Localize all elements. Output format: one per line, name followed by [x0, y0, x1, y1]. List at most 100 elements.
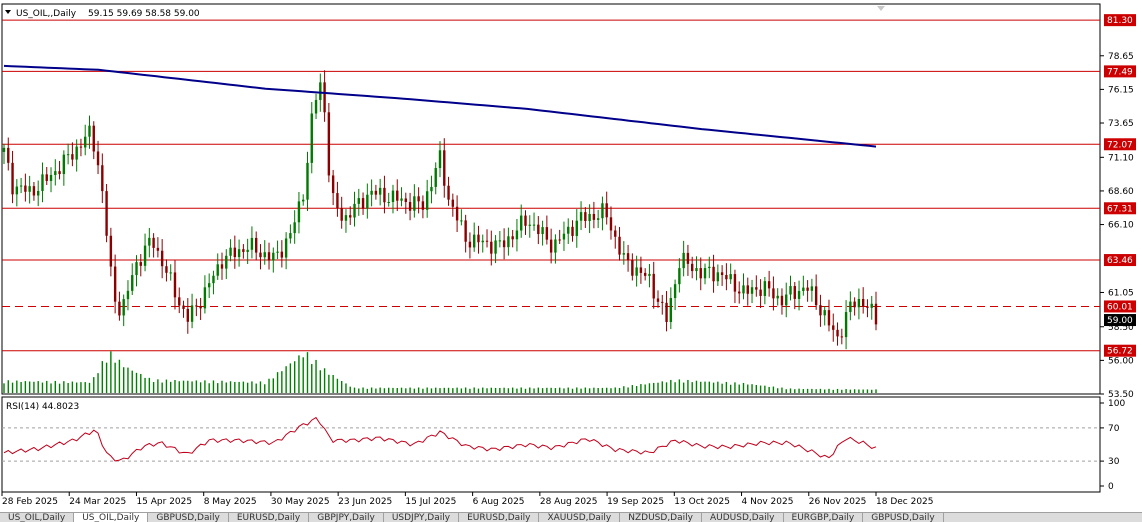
candle-body — [361, 198, 365, 209]
candle-body — [36, 190, 40, 196]
y-axis-tick-label: 66.10 — [1108, 221, 1134, 231]
candle-body — [614, 230, 617, 237]
candle-body — [314, 99, 318, 114]
candle-body — [759, 289, 762, 296]
candle-body — [182, 305, 185, 309]
candle-body — [836, 329, 839, 337]
rsi-axis-tick-label: 100 — [1108, 399, 1125, 409]
candle-body — [71, 154, 74, 160]
candle-body — [2, 147, 6, 152]
x-axis-tick-label: 28 Aug 2025 — [540, 497, 598, 507]
candle-body — [541, 227, 544, 235]
candle-body — [310, 113, 313, 163]
trading-chart[interactable]: US_OIL,,Daily 59.15 59.69 58.58 59.00 78.6… — [0, 0, 1142, 512]
candle-body — [772, 288, 775, 299]
candle-body — [24, 185, 27, 192]
candle-body — [477, 234, 480, 243]
candle-body — [88, 125, 91, 137]
candle-body — [584, 212, 587, 221]
candle-body — [699, 268, 702, 279]
candle-body — [866, 306, 869, 308]
candle-body — [148, 237, 151, 246]
candle-body — [195, 305, 198, 307]
candle-body — [806, 287, 809, 291]
candle-body — [131, 275, 134, 291]
level-badge-label: 77.49 — [1107, 67, 1133, 77]
main-chart-frame — [1, 3, 1101, 395]
candle-body — [511, 236, 514, 240]
x-axis-tick-label: 23 Jun 2025 — [338, 497, 392, 507]
candle-body — [682, 252, 685, 269]
candle-body — [45, 174, 48, 181]
candle-body — [169, 272, 172, 274]
candle-body — [460, 220, 463, 222]
candle-body — [66, 154, 70, 156]
candle-body — [250, 237, 254, 250]
candle-body — [703, 268, 707, 279]
candle-body — [494, 240, 497, 254]
candle-body — [678, 268, 681, 285]
candle-body — [485, 240, 489, 242]
y-axis-tick-label: 71.10 — [1108, 153, 1134, 163]
chart-symbol-label: US_OIL,,Daily — [16, 9, 77, 19]
y-axis-tick-label: 61.05 — [1108, 288, 1134, 298]
candle-body — [118, 301, 121, 316]
candle-body — [729, 274, 732, 280]
candle-body — [746, 285, 749, 294]
candle-body — [378, 187, 382, 195]
candle-body — [54, 171, 57, 175]
x-axis-tick-label: 15 Apr 2025 — [136, 497, 192, 507]
candle-body — [272, 252, 275, 261]
candle-body — [327, 112, 331, 176]
candle-body — [438, 150, 442, 169]
rsi-axis-tick-label: 30 — [1108, 457, 1120, 467]
candle-body — [173, 272, 177, 298]
candle-body — [11, 162, 14, 195]
candle-body — [532, 224, 536, 226]
candle-body — [79, 146, 83, 148]
candle-body — [596, 218, 600, 220]
candle-body — [139, 262, 142, 266]
candle-body — [178, 297, 181, 306]
candle-body — [554, 239, 557, 253]
candle-body — [750, 287, 754, 294]
candle-body — [643, 272, 647, 276]
candle-body — [216, 264, 219, 276]
candle-body — [370, 190, 373, 195]
candle-body — [434, 168, 437, 187]
candle-body — [652, 273, 655, 299]
x-axis-tick-label: 4 Nov 2025 — [742, 497, 794, 507]
candle-body — [592, 213, 596, 220]
candle-body — [601, 203, 604, 219]
rsi-panel-frame — [1, 396, 1101, 493]
candle-body — [400, 198, 403, 201]
candle-body — [156, 247, 160, 251]
candle-body — [720, 272, 724, 276]
candle-body — [464, 220, 467, 242]
candle-body — [755, 287, 758, 290]
candle-body — [28, 186, 31, 192]
candle-body — [207, 283, 211, 288]
candle-body — [626, 253, 630, 261]
candle-body — [588, 213, 591, 221]
current-price-label: 59.00 — [1107, 316, 1133, 326]
candle-body — [507, 236, 510, 248]
x-axis-tick-label: 19 Sep 2025 — [607, 497, 664, 507]
candle-body — [62, 154, 66, 175]
x-axis-tick-label: 13 Oct 2025 — [674, 497, 730, 507]
candle-body — [524, 215, 527, 226]
candle-body — [391, 190, 395, 202]
candle-body — [353, 203, 356, 218]
candle-body — [225, 255, 228, 269]
x-axis-tick-label: 6 Aug 2025 — [473, 497, 525, 507]
candle-body — [776, 295, 779, 299]
candle-body — [96, 151, 100, 166]
candle-body — [742, 285, 745, 294]
candle-body — [455, 206, 459, 221]
candle-body — [276, 251, 279, 253]
candle-body — [387, 201, 390, 203]
candle-body — [579, 212, 583, 221]
candle-body — [109, 235, 113, 267]
candle-body — [802, 287, 805, 291]
candle-body — [549, 239, 553, 253]
